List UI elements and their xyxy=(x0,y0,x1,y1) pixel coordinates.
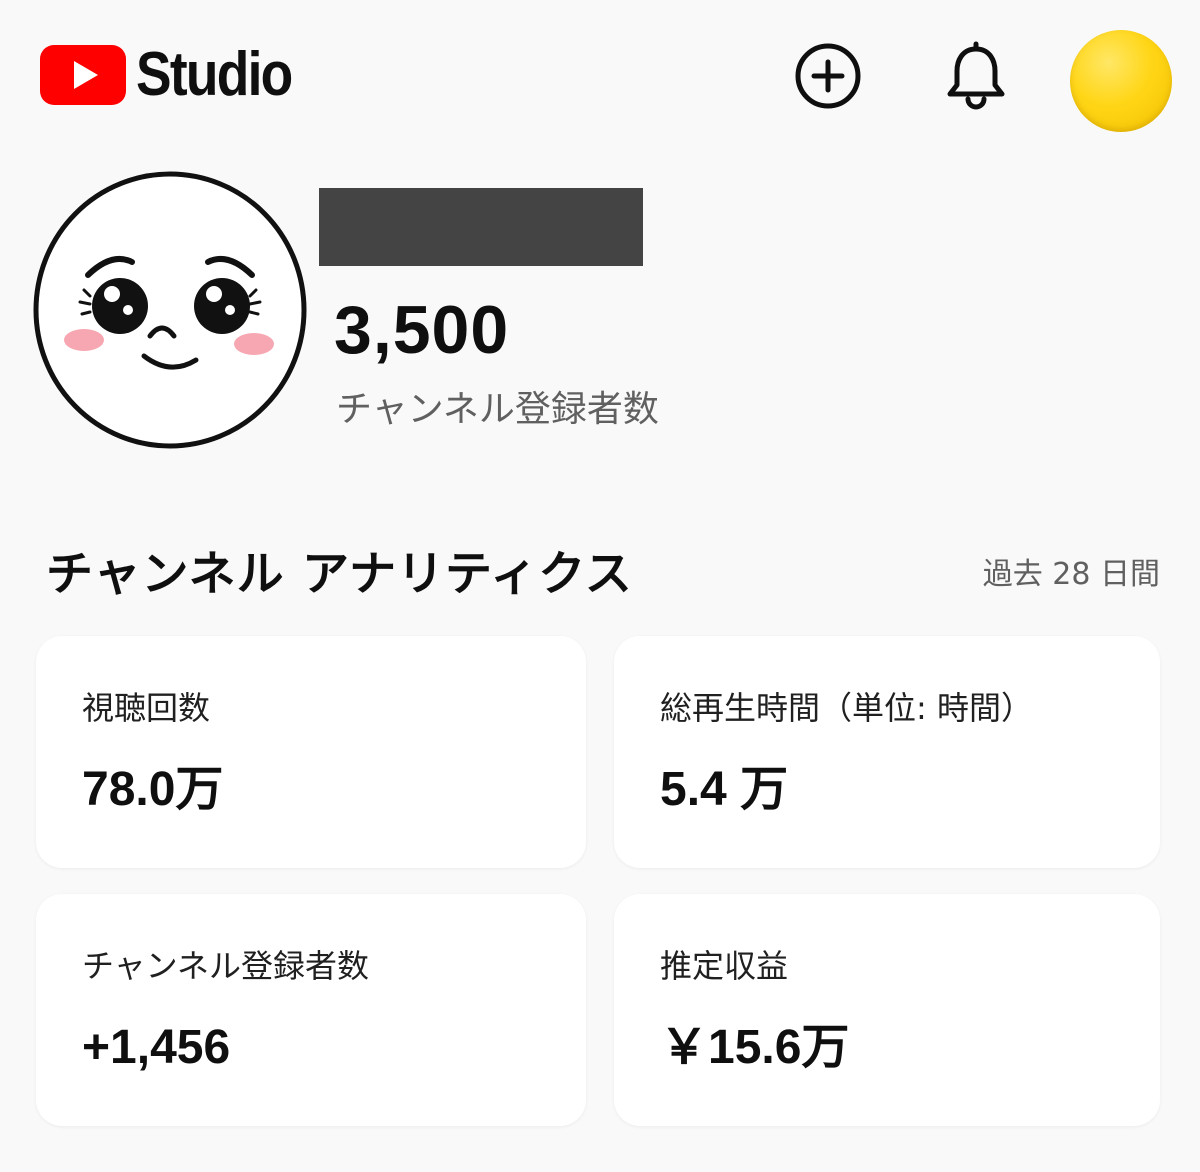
account-avatar[interactable] xyxy=(1070,30,1172,132)
subscriber-label: チャンネル登録者数 xyxy=(336,389,659,430)
app-header: Studio xyxy=(0,0,1200,150)
youtube-logo-icon xyxy=(40,45,126,105)
card-label: チャンネル登録者数 xyxy=(82,947,370,985)
channel-avatar[interactable] xyxy=(32,170,308,450)
subscribers-card[interactable]: チャンネル登録者数 +1,456 xyxy=(36,894,586,1126)
analytics-period[interactable]: 過去 28 日間 xyxy=(983,553,1160,597)
youtube-studio-logo[interactable]: Studio xyxy=(40,44,317,106)
watch-time-card[interactable]: 総再生時間（単位: 時間） 5.4 万 xyxy=(614,636,1160,868)
notifications-button[interactable] xyxy=(940,40,1012,112)
channel-name-redacted xyxy=(319,188,643,266)
logo-text: Studio xyxy=(136,40,293,109)
card-label: 総再生時間（単位: 時間） xyxy=(660,689,1033,727)
card-value: 5.4 万 xyxy=(660,763,789,816)
analytics-title: チャンネル アナリティクス xyxy=(46,547,633,602)
card-label: 視聴回数 xyxy=(82,689,211,727)
bell-icon xyxy=(947,41,1005,110)
card-value: ￥15.6万 xyxy=(660,1021,850,1074)
card-value: +1,456 xyxy=(82,1021,231,1074)
plus-circle-icon xyxy=(795,43,861,109)
revenue-card[interactable]: 推定収益 ￥15.6万 xyxy=(614,894,1160,1126)
subscriber-count: 3,500 xyxy=(334,292,510,368)
views-card[interactable]: 視聴回数 78.0万 xyxy=(36,636,586,868)
card-value: 78.0万 xyxy=(82,763,224,816)
card-label: 推定収益 xyxy=(660,947,789,985)
create-button[interactable] xyxy=(792,40,864,112)
